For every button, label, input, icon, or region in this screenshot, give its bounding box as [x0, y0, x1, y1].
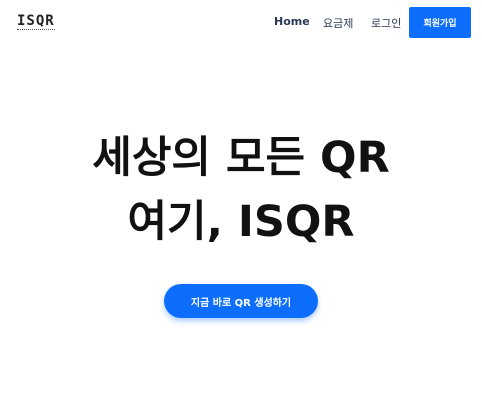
nav-home-link[interactable]: Home — [274, 15, 310, 28]
hero-title-line2: 여기, ISQR — [127, 197, 355, 247]
hero-title-line1: 세상의 모든 QR — [92, 133, 390, 183]
nav-pricing-link[interactable]: 요금제 — [323, 15, 353, 31]
create-qr-cta-button[interactable]: 지금 바로 QR 생성하기 — [164, 284, 318, 318]
hero-section: 세상의 모든 QR 여기, ISQR — [0, 126, 482, 254]
nav-login-link[interactable]: 로그인 — [371, 15, 401, 31]
landing-page: ISQR Home 요금제 로그인 회원가입 세상의 모든 QR 여기, ISQ… — [0, 0, 482, 414]
logo[interactable]: ISQR — [17, 14, 55, 30]
signup-button[interactable]: 회원가입 — [409, 7, 471, 38]
top-navbar: ISQR Home 요금제 로그인 회원가입 — [0, 0, 482, 46]
